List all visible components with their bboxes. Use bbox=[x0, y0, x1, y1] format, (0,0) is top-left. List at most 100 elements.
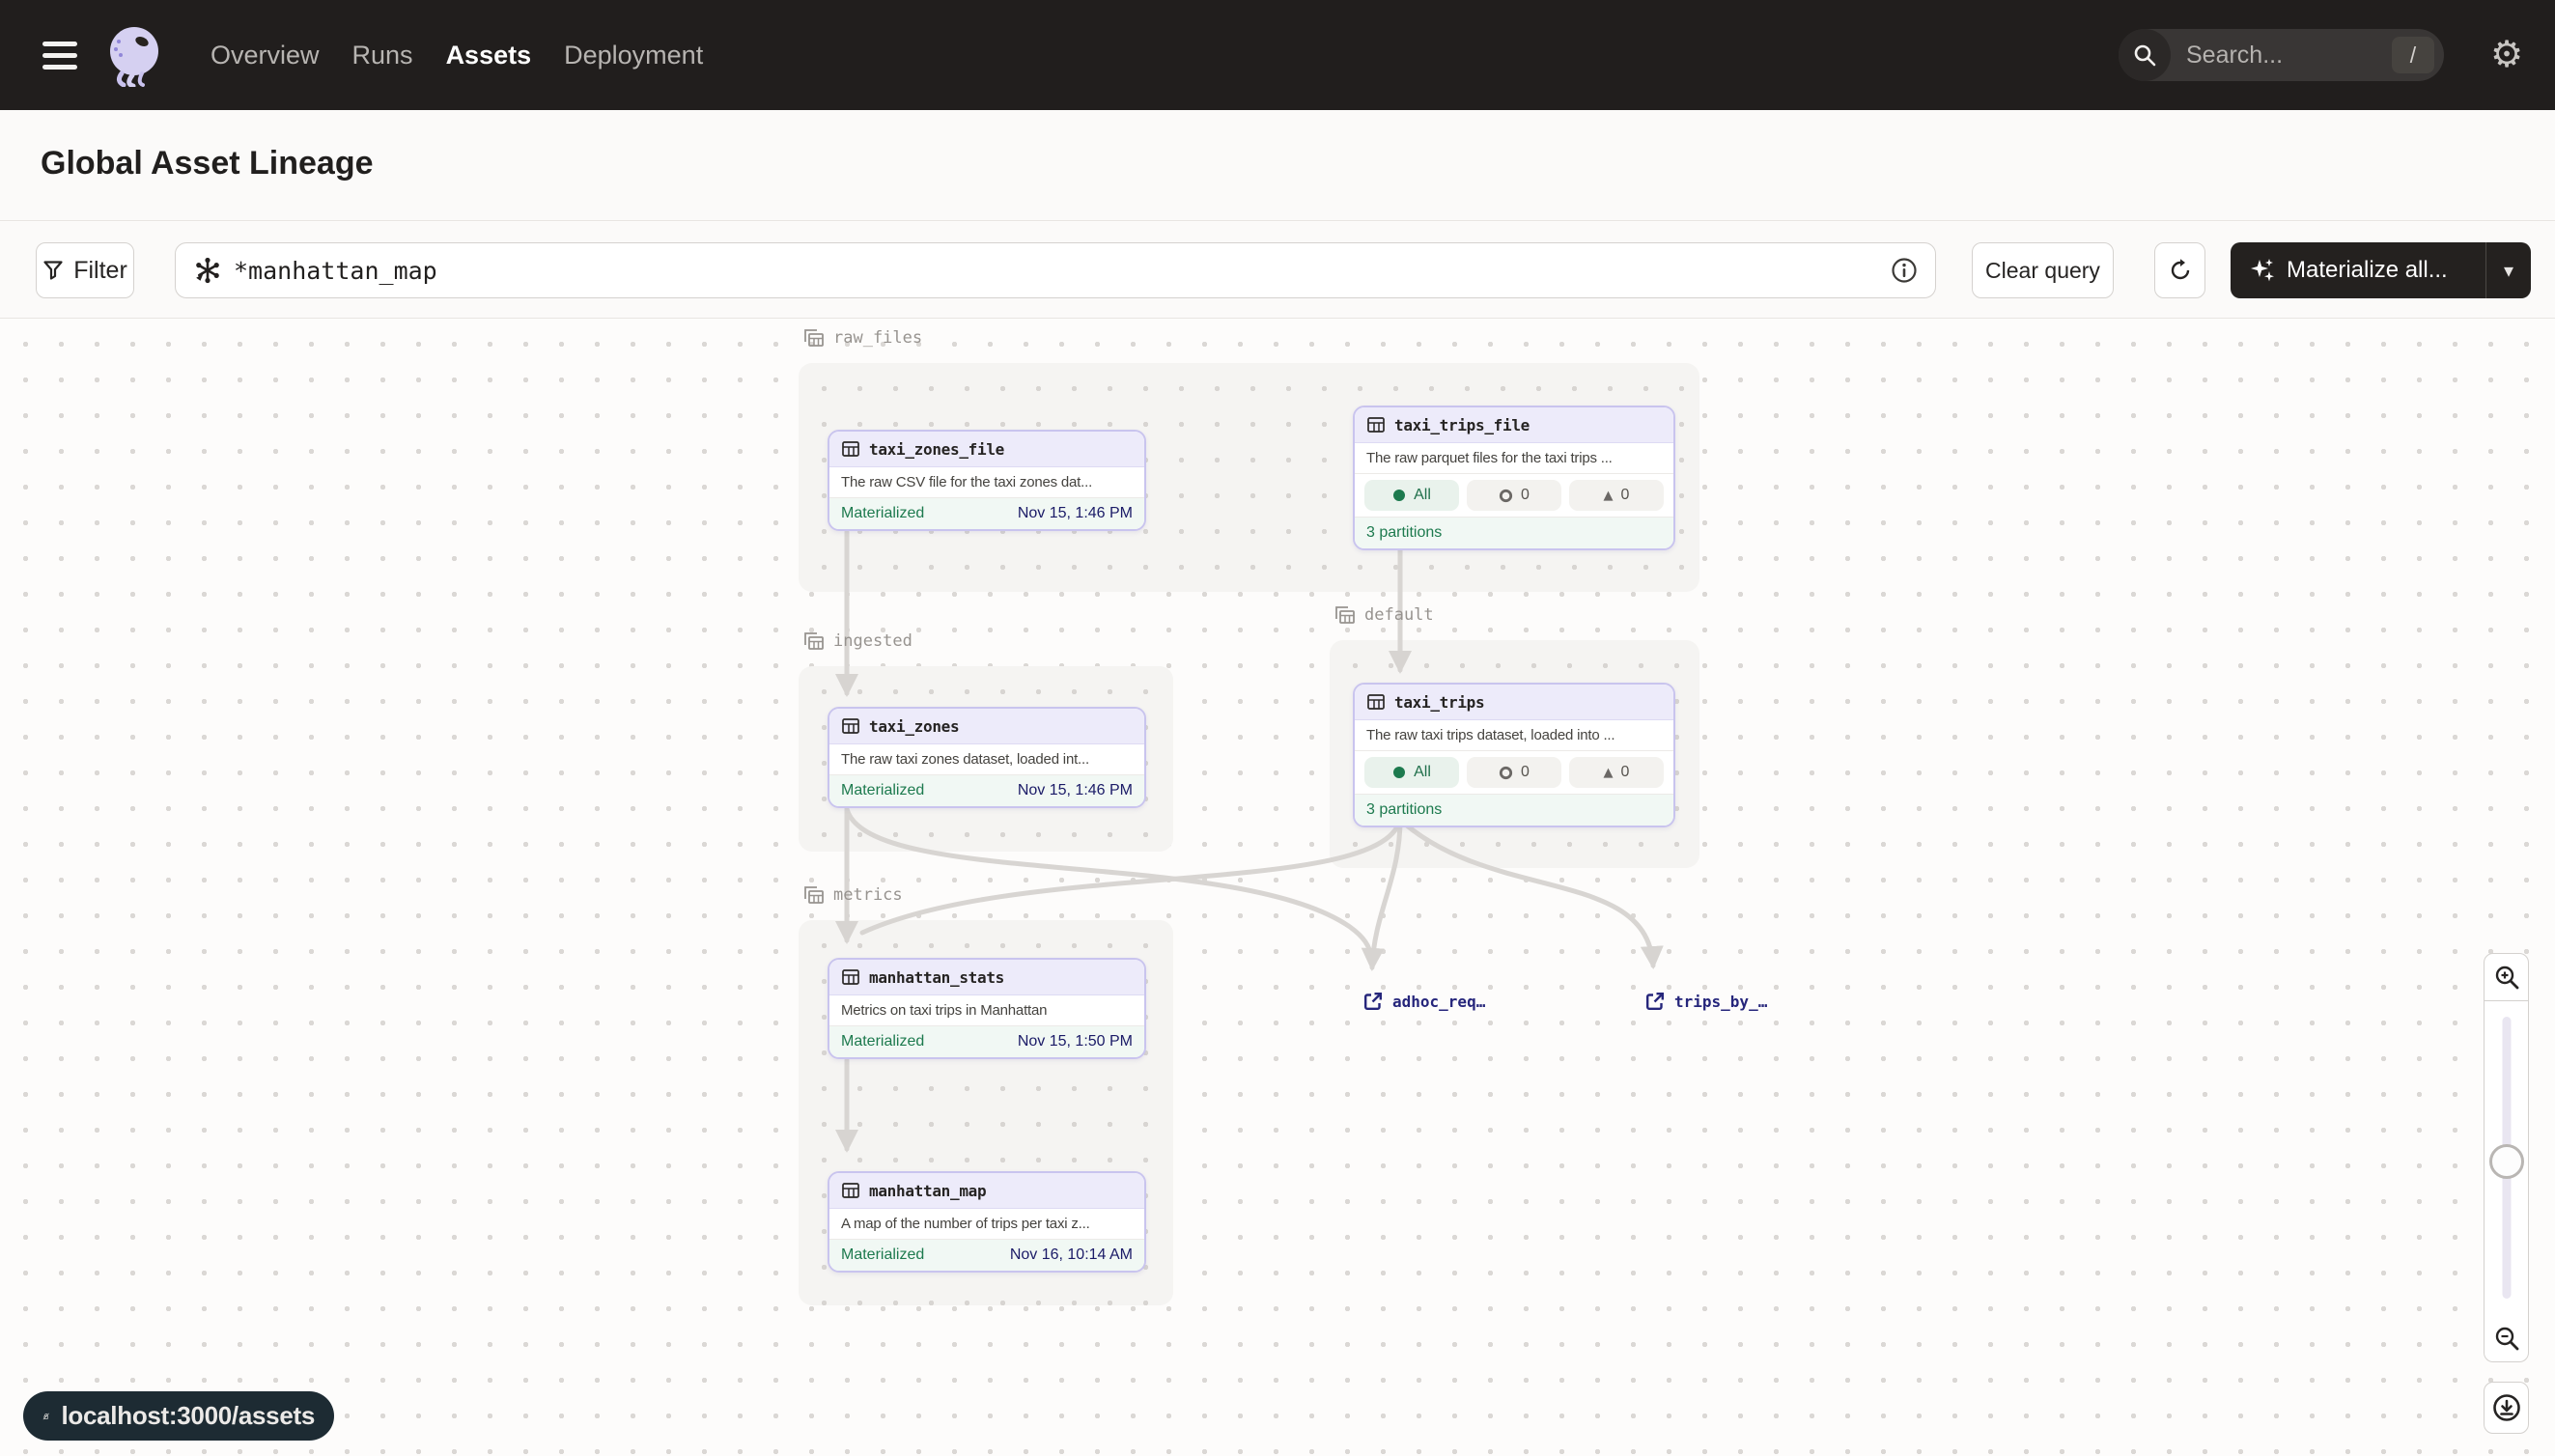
search-placeholder: Search... bbox=[2186, 42, 2392, 70]
lineage-edges bbox=[0, 319, 2555, 1456]
asset-description: The raw taxi trips dataset, loaded into … bbox=[1355, 720, 1673, 751]
query-value: *manhattan_map bbox=[234, 257, 1879, 285]
zoom-controls bbox=[2484, 953, 2529, 1362]
asset-group-icon bbox=[802, 883, 826, 907]
info-icon[interactable] bbox=[1891, 257, 1918, 284]
url-overlay: localhost:3000/assets bbox=[23, 1391, 334, 1441]
download-view-button[interactable] bbox=[2484, 1382, 2529, 1434]
settings-button[interactable]: ⚙ bbox=[2484, 31, 2530, 77]
refresh-icon bbox=[2169, 259, 2192, 282]
materialization-timestamp: Nov 15, 1:50 PM bbox=[1018, 1033, 1133, 1050]
search-input[interactable]: Search... / bbox=[2119, 29, 2444, 81]
partition-health-row: All 0 ▲ 0 bbox=[1355, 751, 1673, 795]
lock-slash-icon bbox=[42, 1403, 49, 1430]
status-badge: Materialized bbox=[841, 1246, 924, 1264]
search-icon bbox=[2119, 29, 2171, 81]
lineage-canvas[interactable]: raw_files ingested default metrics bbox=[0, 319, 2555, 1456]
menu-icon[interactable] bbox=[42, 37, 81, 73]
zoom-slider[interactable] bbox=[2484, 1001, 2529, 1314]
asset-group-icon bbox=[1334, 603, 1357, 627]
materialization-timestamp: Nov 15, 1:46 PM bbox=[1018, 782, 1133, 799]
group-label-metrics[interactable]: metrics bbox=[802, 883, 903, 907]
asset-description: The raw CSV file for the taxi zones dat.… bbox=[829, 467, 1144, 498]
asset-title: manhattan_map bbox=[869, 1182, 986, 1200]
failed-ring-icon bbox=[1499, 489, 1513, 503]
partitions-materialized-pill[interactable]: All bbox=[1364, 480, 1459, 511]
materialized-dot-icon bbox=[1392, 766, 1406, 779]
materialize-dropdown-button[interactable]: ▾ bbox=[2486, 259, 2531, 283]
partitions-failed-pill[interactable]: 0 bbox=[1467, 757, 1561, 788]
partitions-materialized-pill[interactable]: All bbox=[1364, 757, 1459, 788]
asset-node-taxi-zones[interactable]: taxi_zones The raw taxi zones dataset, l… bbox=[828, 707, 1146, 808]
asset-description: The raw taxi zones dataset, loaded int..… bbox=[829, 744, 1144, 775]
nav-item-runs[interactable]: Runs bbox=[352, 41, 413, 70]
missing-triangle-icon: ▲ bbox=[1604, 766, 1614, 780]
asset-group-icon bbox=[802, 630, 826, 653]
table-icon bbox=[841, 1181, 860, 1200]
refresh-query-button[interactable] bbox=[2154, 242, 2205, 298]
table-icon bbox=[1366, 692, 1386, 712]
table-icon bbox=[841, 967, 860, 987]
chevron-down-icon: ▾ bbox=[2504, 259, 2513, 283]
table-icon bbox=[841, 716, 860, 736]
materialized-dot-icon bbox=[1392, 489, 1406, 502]
clear-query-button[interactable]: Clear query bbox=[1972, 242, 2114, 298]
external-asset-trips-by[interactable]: trips_by_… bbox=[1644, 991, 1767, 1012]
lineage-toolbar: Filter *manhattan_map Clear query bbox=[0, 222, 2555, 319]
asset-description: The raw parquet files for the taxi trips… bbox=[1355, 443, 1673, 474]
external-asset-adhoc-request[interactable]: adhoc_req… bbox=[1362, 991, 1485, 1012]
failed-ring-icon bbox=[1499, 766, 1513, 780]
nav-item-overview[interactable]: Overview bbox=[211, 41, 320, 70]
missing-triangle-icon: ▲ bbox=[1604, 489, 1614, 503]
asset-node-taxi-zones-file[interactable]: taxi_zones_file The raw CSV file for the… bbox=[828, 430, 1146, 531]
asset-node-taxi-trips-file[interactable]: taxi_trips_file The raw parquet files fo… bbox=[1353, 406, 1675, 550]
page-title: Global Asset Lineage bbox=[41, 145, 374, 182]
search-shortcut-badge: / bbox=[2392, 37, 2434, 73]
zoom-out-icon bbox=[2493, 1325, 2520, 1352]
table-icon bbox=[1366, 415, 1386, 434]
gear-icon: ⚙ bbox=[2490, 36, 2523, 72]
asset-title: taxi_zones bbox=[869, 717, 959, 736]
partitions-missing-pill[interactable]: ▲ 0 bbox=[1569, 757, 1664, 788]
dagster-logo-icon[interactable] bbox=[102, 23, 166, 87]
nav-item-deployment[interactable]: Deployment bbox=[564, 41, 703, 70]
group-label-raw-files[interactable]: raw_files bbox=[802, 326, 922, 350]
status-badge: Materialized bbox=[841, 1033, 924, 1050]
partitions-missing-pill[interactable]: ▲ 0 bbox=[1569, 480, 1664, 511]
nav-item-assets[interactable]: Assets bbox=[446, 41, 532, 70]
asset-description: A map of the number of trips per taxi z.… bbox=[829, 1209, 1144, 1240]
external-link-icon bbox=[1362, 991, 1384, 1012]
status-badge: Materialized bbox=[841, 505, 924, 522]
url-text: localhost:3000/assets bbox=[61, 1401, 315, 1431]
partitions-count: 3 partitions bbox=[1355, 518, 1673, 548]
partitions-count: 3 partitions bbox=[1355, 795, 1673, 826]
download-icon bbox=[2491, 1392, 2522, 1423]
asset-node-manhattan-stats[interactable]: manhattan_stats Metrics on taxi trips in… bbox=[828, 958, 1146, 1059]
asset-node-taxi-trips[interactable]: taxi_trips The raw taxi trips dataset, l… bbox=[1353, 683, 1675, 827]
zoom-in-button[interactable] bbox=[2484, 953, 2529, 1001]
materialization-timestamp: Nov 15, 1:46 PM bbox=[1018, 505, 1133, 522]
external-link-icon bbox=[1644, 991, 1666, 1012]
zoom-slider-thumb[interactable] bbox=[2489, 1144, 2524, 1179]
zoom-out-button[interactable] bbox=[2484, 1314, 2529, 1362]
asset-title: taxi_zones_file bbox=[869, 440, 1004, 459]
table-icon bbox=[841, 439, 860, 459]
asset-query-input[interactable]: *manhattan_map bbox=[175, 242, 1936, 298]
lineage-query-icon bbox=[193, 256, 222, 285]
filter-button[interactable]: Filter bbox=[36, 242, 134, 298]
asset-title: taxi_trips bbox=[1394, 693, 1484, 712]
partitions-failed-pill[interactable]: 0 bbox=[1467, 480, 1561, 511]
asset-title: manhattan_stats bbox=[869, 968, 1004, 987]
asset-group-icon bbox=[802, 326, 826, 350]
group-label-ingested[interactable]: ingested bbox=[802, 630, 912, 653]
materialize-all-button[interactable]: Materialize all... ▾ bbox=[2231, 242, 2531, 298]
asset-description: Metrics on taxi trips in Manhattan bbox=[829, 995, 1144, 1026]
materialization-timestamp: Nov 16, 10:14 AM bbox=[1010, 1246, 1133, 1264]
funnel-icon bbox=[42, 260, 64, 281]
sparkle-icon bbox=[2248, 256, 2277, 285]
asset-title: taxi_trips_file bbox=[1394, 416, 1530, 434]
asset-node-manhattan-map[interactable]: manhattan_map A map of the number of tri… bbox=[828, 1171, 1146, 1273]
status-badge: Materialized bbox=[841, 782, 924, 799]
top-nav: Overview Runs Assets Deployment Search..… bbox=[0, 0, 2555, 110]
group-label-default[interactable]: default bbox=[1334, 603, 1434, 627]
